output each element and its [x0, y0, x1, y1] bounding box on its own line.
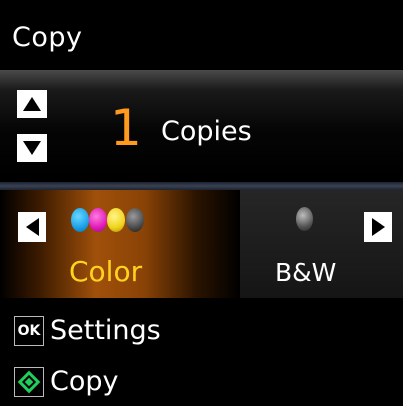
next-mode-button[interactable] [364, 212, 392, 242]
copy-label: Copy [50, 366, 119, 397]
up-arrow-icon [23, 97, 41, 111]
divider [0, 182, 403, 190]
cyan-ink-icon [71, 208, 89, 232]
settings-label: Settings [50, 315, 161, 346]
black-ink-icon [126, 208, 144, 232]
black-ink-icon [296, 207, 313, 231]
increase-copies-button[interactable] [17, 90, 47, 118]
copies-count: 1 [110, 99, 142, 157]
printer-lcd-screen: Copy 1 Copies Color B&W OK Settings Copy [0, 0, 403, 406]
decrease-copies-button[interactable] [17, 134, 47, 162]
start-copy-action[interactable]: Copy [14, 367, 119, 397]
copies-label: Copies [161, 116, 252, 147]
left-arrow-icon [25, 218, 39, 236]
bw-mode-label: B&W [275, 258, 337, 287]
yellow-ink-icon [107, 208, 125, 232]
previous-mode-button[interactable] [18, 212, 46, 242]
start-button-icon [14, 367, 44, 397]
right-arrow-icon [371, 218, 385, 236]
color-mode-label: Color [69, 255, 143, 288]
ok-key-icon: OK [14, 316, 44, 346]
magenta-ink-icon [89, 208, 107, 232]
down-arrow-icon [23, 141, 41, 155]
start-diamond-icon [17, 370, 41, 394]
screen-title: Copy [12, 22, 83, 53]
settings-action[interactable]: OK Settings [14, 316, 161, 346]
